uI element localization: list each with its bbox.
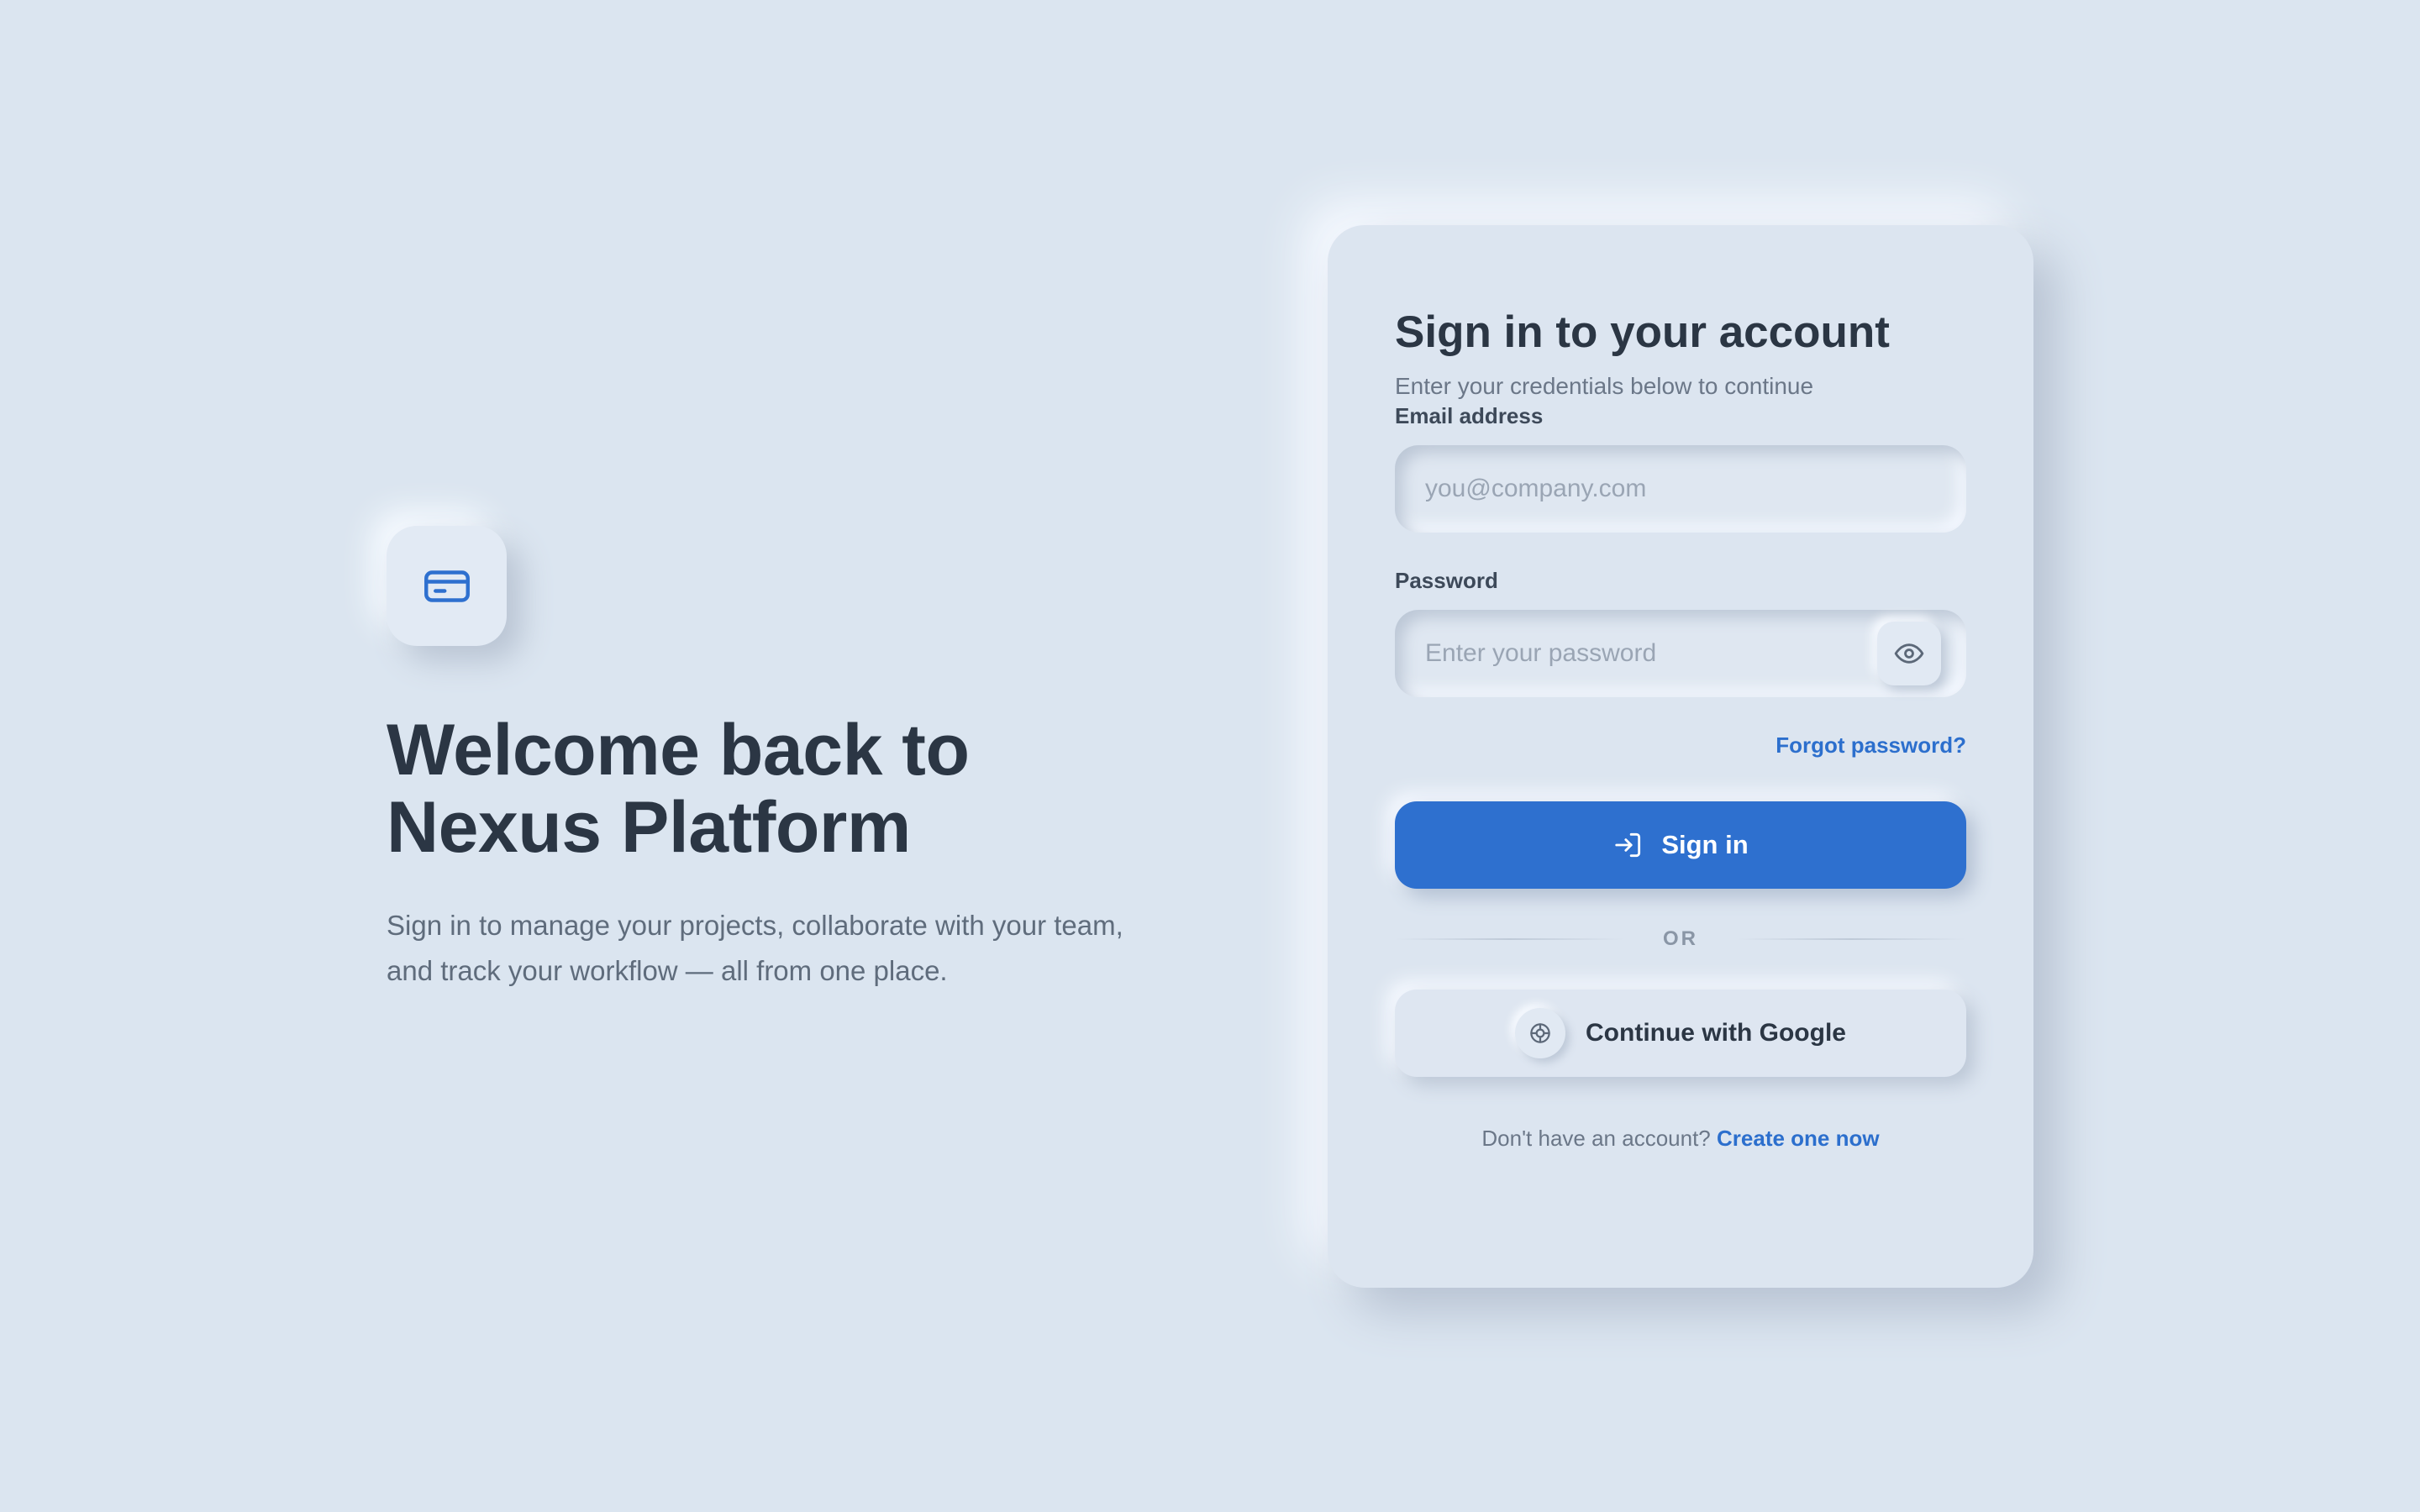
toggle-password-visibility-button[interactable]: [1877, 622, 1941, 685]
google-button-label: Continue with Google: [1586, 1019, 1846, 1047]
forgot-password-link[interactable]: Forgot password?: [1776, 732, 1966, 758]
continue-with-google-button[interactable]: Continue with Google: [1395, 990, 1966, 1077]
hero-subtitle-line-2: and track your workflow — all from one p…: [387, 955, 948, 986]
card-title: Sign in to your account: [1395, 307, 1890, 357]
signup-row: Don't have an account? Create one now: [1395, 1124, 1966, 1152]
email-input[interactable]: [1395, 445, 1966, 533]
password-field-wrapper: [1395, 610, 1966, 697]
google-target-icon: [1530, 1023, 1550, 1043]
password-label: Password: [1395, 568, 1498, 593]
hero-title-line-2: Nexus Platform: [387, 787, 911, 868]
hero-section: Welcome back to Nexus Platform Sign in t…: [387, 526, 1227, 994]
divider-or-text: OR: [1663, 927, 1698, 950]
sign-in-button[interactable]: Sign in: [1395, 801, 1966, 889]
google-icon-badge: [1515, 1008, 1566, 1058]
card-subtitle: Enter your credentials below to continue: [1395, 373, 1814, 399]
sign-in-card: Sign in to your account Enter your crede…: [1328, 225, 2033, 1288]
divider-line-right: [1737, 938, 1966, 940]
eye-icon: [1894, 643, 1924, 664]
or-divider: OR: [1395, 927, 1966, 951]
hero-title-line-1: Welcome back to: [387, 710, 970, 790]
create-account-link[interactable]: Create one now: [1717, 1126, 1880, 1151]
sign-in-button-label: Sign in: [1661, 830, 1749, 859]
credit-card-icon: [424, 570, 470, 602]
email-field-wrapper: [1395, 445, 1966, 533]
hero-title: Welcome back to Nexus Platform: [387, 711, 1227, 866]
app-logo: [387, 526, 507, 646]
email-label: Email address: [1395, 403, 1544, 428]
login-page: Welcome back to Nexus Platform Sign in t…: [0, 0, 2420, 1512]
signup-prompt: Don't have an account?: [1481, 1126, 1711, 1151]
login-arrow-icon: [1615, 832, 1641, 858]
forgot-password-row: Forgot password?: [1395, 731, 1966, 759]
hero-subtitle-line-1: Sign in to manage your projects, collabo…: [387, 910, 1123, 941]
divider-line-left: [1395, 938, 1624, 940]
hero-subtitle: Sign in to manage your projects, collabo…: [387, 903, 1185, 994]
